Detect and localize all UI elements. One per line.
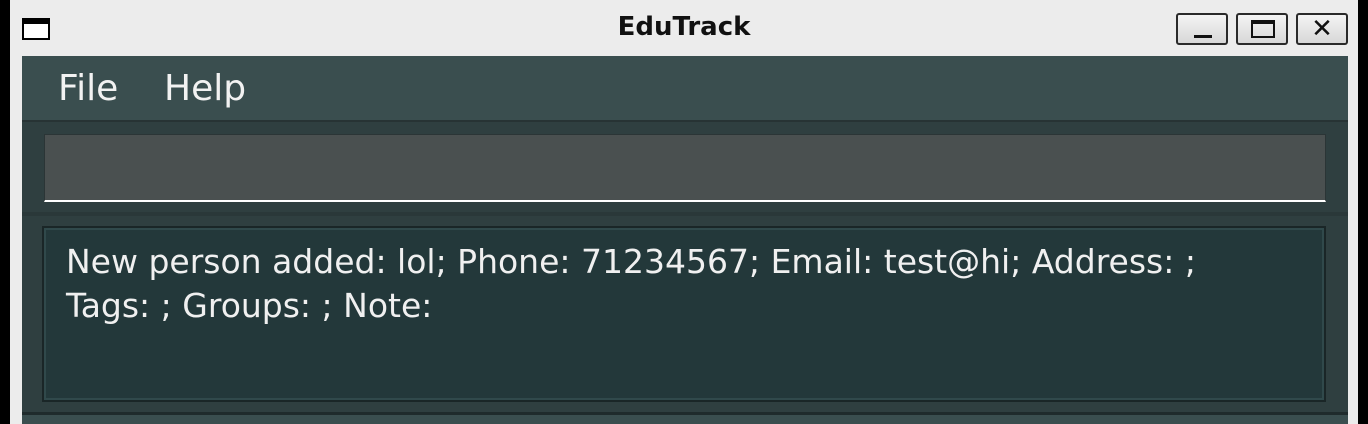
result-panel: New person added: lol; Phone: 71234567; …	[22, 216, 1348, 414]
app-content: File Help New person added: lol; Phone: …	[22, 56, 1348, 424]
command-input[interactable]	[44, 134, 1326, 202]
menu-bar: File Help	[22, 56, 1348, 120]
maximize-button[interactable]	[1236, 13, 1288, 45]
maximize-icon	[1251, 20, 1275, 38]
window-title: EduTrack	[617, 12, 751, 42]
title-bar[interactable]: EduTrack ✕	[10, 0, 1358, 56]
result-text: New person added: lol; Phone: 71234567; …	[66, 242, 1196, 325]
close-icon: ✕	[1311, 14, 1333, 44]
minimize-button[interactable]	[1176, 13, 1228, 45]
menu-file[interactable]: File	[58, 68, 118, 109]
bottom-divider[interactable]	[22, 412, 1348, 415]
menu-help[interactable]: Help	[164, 68, 246, 109]
command-panel	[22, 120, 1348, 212]
app-window: EduTrack ✕ File Help New person added: l…	[10, 0, 1358, 424]
result-display[interactable]: New person added: lol; Phone: 71234567; …	[42, 226, 1326, 402]
minimize-icon	[1194, 35, 1212, 38]
close-button[interactable]: ✕	[1296, 13, 1348, 45]
